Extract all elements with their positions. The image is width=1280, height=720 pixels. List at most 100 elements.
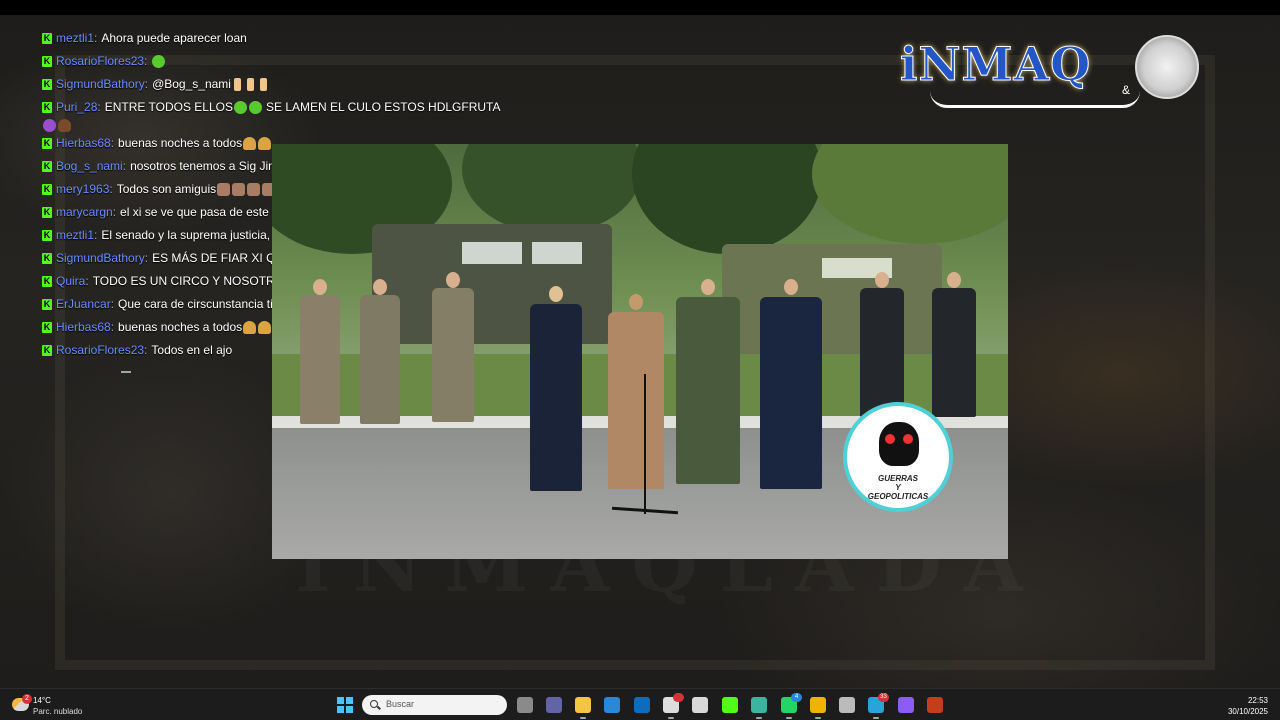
stream-view: INMAQLADA Kmeztli1: Ahora puede aparecer …: [0, 15, 1280, 688]
running-indicator: [668, 717, 674, 719]
hand-emote-icon: [259, 78, 267, 91]
tree: [812, 144, 1008, 244]
chat-separator: :: [144, 343, 148, 357]
openai-icon[interactable]: [663, 693, 684, 719]
chat-separator: :: [85, 274, 89, 288]
kick-app-icon[interactable]: [722, 697, 738, 713]
system-clock[interactable]: 22:53 30/10/2025: [1228, 695, 1268, 717]
kick-icon: K: [42, 138, 52, 149]
chat-separator: :: [94, 228, 98, 242]
search-icon: [370, 700, 378, 708]
chat-separator: :: [110, 136, 115, 150]
chat-separator: :: [144, 251, 149, 265]
chat-username[interactable]: marycargn: [56, 201, 113, 224]
app-hexagon-icon[interactable]: [692, 697, 708, 713]
chat-username[interactable]: Hierbas68: [56, 132, 111, 155]
telegram-icon[interactable]: 33: [868, 693, 889, 719]
kick-icon: K: [42, 102, 52, 113]
soldier: [860, 272, 904, 417]
kick-icon: K: [42, 345, 52, 356]
kick-icon: K: [42, 161, 52, 172]
chrome-icon[interactable]: [810, 697, 826, 719]
notification-badge: 4: [791, 693, 802, 702]
weather-widget[interactable]: 2 14°C Parc. nublado: [12, 694, 122, 718]
microsoft-store-icon[interactable]: [604, 697, 620, 713]
butterfly-emote-icon: [243, 137, 257, 150]
whatsapp-icon[interactable]: 4: [781, 693, 802, 719]
badge-line-1: GUERRAS: [877, 474, 918, 483]
taskbar: 2 14°C Parc. nublado Buscar 4 33 22:53 30…: [0, 688, 1280, 720]
chat-separator: :: [122, 159, 127, 173]
chat-username[interactable]: RosarioFlores23: [56, 339, 144, 362]
kick-icon: K: [42, 253, 52, 264]
video-frame: GUERRAS Y GEOPOLITICAS: [272, 144, 1008, 559]
app-shield-icon[interactable]: [839, 697, 855, 713]
face-emote-icon: [217, 183, 231, 196]
chat-separator: :: [144, 54, 148, 68]
chat-text: buenas noches a todos: [118, 320, 243, 334]
chat-separator: :: [144, 77, 149, 91]
chat-username[interactable]: SigmundBathory: [56, 73, 145, 96]
chat-separator: :: [110, 320, 115, 334]
notification-badge: 33: [878, 693, 889, 702]
clock-date: 30/10/2025: [1227, 707, 1268, 716]
chat-text-continued: SE LAMEN EL CULO ESTOS HDLGFRUTA: [265, 100, 501, 114]
chat-username[interactable]: ErJuancar: [56, 293, 111, 316]
mouse-cursor: [121, 371, 131, 373]
channel-badge: GUERRAS Y GEOPOLITICAS: [843, 402, 953, 512]
running-indicator: [580, 717, 586, 719]
teams-icon[interactable]: [546, 697, 562, 713]
green-emote-icon: [152, 55, 166, 68]
outlook-icon[interactable]: [634, 697, 650, 713]
kick-icon: K: [42, 276, 52, 287]
chat-username[interactable]: Quira: [56, 270, 85, 293]
chat-message: K RosarioFlores23:: [42, 50, 512, 73]
woman-speaker-tan-suit: [608, 294, 664, 489]
logo-seal-icon: [1135, 35, 1199, 99]
green-emote-icon: [248, 101, 262, 114]
chat-separator: :: [109, 182, 113, 196]
windows-start-button[interactable]: [337, 697, 353, 713]
chat-message: K SigmundBathory: @Bog_s_nami: [42, 73, 512, 96]
app-circle-icon[interactable]: [898, 697, 914, 713]
chat-separator: :: [97, 100, 101, 114]
badge-line-2: Y: [895, 483, 901, 492]
green-emote-icon: [233, 101, 247, 114]
chat-text: Todos en el ajo: [151, 343, 233, 357]
kick-icon: K: [42, 79, 52, 90]
chat-separator: :: [94, 31, 98, 45]
clock-time: 22:53: [1247, 696, 1268, 705]
chat-username[interactable]: Hierbas68: [56, 316, 111, 339]
task-view-icon[interactable]: [517, 697, 533, 713]
edge-icon[interactable]: [751, 697, 767, 719]
kick-icon: K: [42, 56, 52, 67]
hand-emote-icon: [233, 78, 241, 91]
logo-ampersand: &: [1122, 83, 1131, 97]
chat-username[interactable]: RosarioFlores23: [56, 50, 144, 73]
chat-message: K Puri_28: ENTRE TODOS ELLOS SE LAMEN EL CU…: [42, 96, 512, 132]
taskbar-search[interactable]: Buscar: [362, 695, 507, 715]
woman-navy-suit: [530, 286, 582, 491]
notification-badge: [673, 693, 684, 702]
chat-username[interactable]: meztli1: [56, 224, 94, 247]
chat-username[interactable]: Puri_28: [56, 96, 97, 119]
tree: [462, 144, 642, 234]
chat-text: @Bog_s_nami: [152, 77, 231, 91]
logo-swoosh: [930, 91, 1140, 108]
running-indicator: [756, 717, 762, 719]
tree: [632, 144, 822, 254]
microphone-stand: [644, 374, 646, 514]
chat-username[interactable]: Bog_s_nami: [56, 155, 123, 178]
chat-username[interactable]: mery1963: [56, 178, 109, 201]
soldier: [432, 272, 474, 422]
top-black-bar: [0, 0, 1280, 15]
running-indicator: [873, 717, 879, 719]
file-explorer-icon[interactable]: [575, 697, 591, 719]
powerpoint-icon[interactable]: [927, 697, 943, 713]
chat-text: buenas noches a todos: [118, 136, 243, 150]
military-truck: [722, 244, 942, 354]
chat-text: ENTRE TODOS ELLOS: [104, 100, 233, 114]
chat-username[interactable]: meztli1: [56, 27, 94, 50]
butterfly-emote-icon: [243, 321, 257, 334]
chat-username[interactable]: SigmundBathory: [56, 247, 145, 270]
